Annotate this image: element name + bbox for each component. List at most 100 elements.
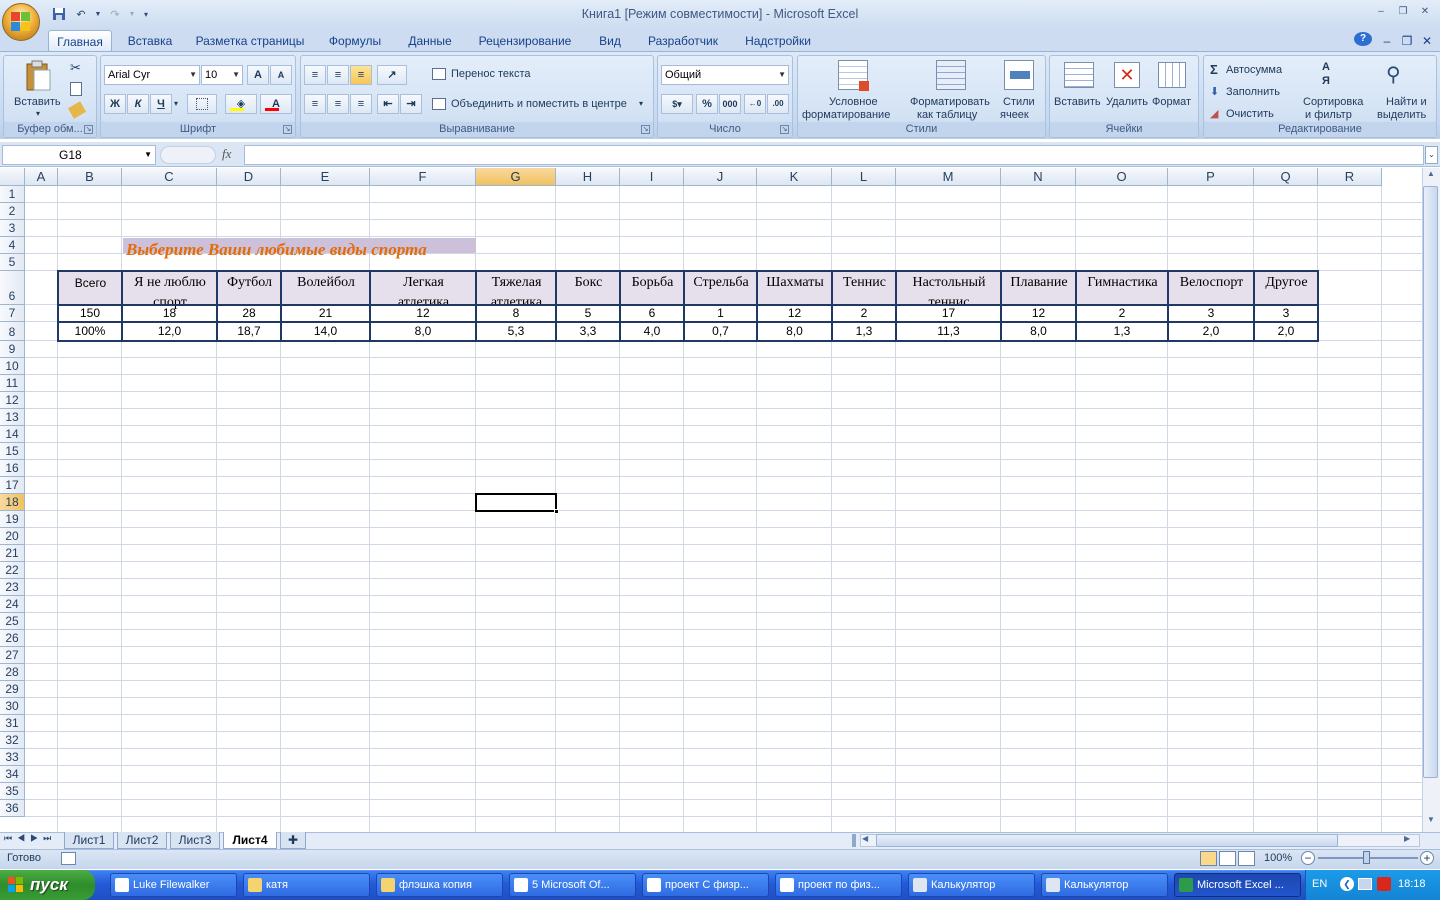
tab-insert[interactable]: Вставка [120, 30, 180, 52]
close-button[interactable]: ✕ [1416, 4, 1434, 20]
tab-home[interactable]: Главная [48, 30, 112, 52]
paste-icon[interactable] [24, 60, 52, 92]
name-box[interactable]: G18 ▼ [2, 145, 156, 165]
merge-center-button[interactable]: Объединить и поместить в центре [451, 98, 627, 110]
horizontal-scroll-thumb[interactable] [876, 834, 1338, 847]
conditional-formatting-label-2[interactable]: форматирование [802, 109, 890, 121]
taskbar-item-word-group[interactable]: 5 Microsoft Of... [509, 873, 636, 897]
italic-button[interactable]: К [127, 94, 149, 114]
insert-function-button[interactable]: fx [222, 146, 231, 162]
redo-dropdown-icon[interactable]: ▼ [128, 5, 136, 23]
taskbar-item-flash[interactable]: флэшка копия [376, 873, 503, 897]
increase-indent-icon[interactable]: ⇥ [400, 94, 422, 114]
currency-format-icon[interactable]: $▾ [661, 94, 693, 114]
row-header-9[interactable]: 9 [0, 341, 25, 358]
page-break-view-icon[interactable] [1238, 851, 1255, 866]
row-header-5[interactable]: 5 [0, 254, 25, 271]
expand-formula-icon[interactable]: ⌄ [1425, 146, 1438, 164]
bold-button[interactable]: Ж [104, 94, 126, 114]
sort-filter-label-2[interactable]: и фильтр [1305, 109, 1352, 121]
row-header-36[interactable]: 36 [0, 800, 25, 817]
column-header-l[interactable]: L [832, 168, 896, 186]
antivirus-icon[interactable] [1377, 877, 1391, 891]
cut-icon[interactable]: ✂ [70, 60, 81, 76]
font-size-select[interactable]: 10 ▼ [201, 65, 243, 85]
restore-button[interactable]: ❐ [1394, 4, 1412, 20]
column-header-r[interactable]: R [1318, 168, 1382, 186]
shrink-font-button[interactable]: A [270, 65, 292, 85]
network-icon[interactable] [1358, 878, 1372, 890]
font-name-select[interactable]: Arial Cyr ▼ [104, 65, 200, 85]
clear-button[interactable]: Очистить [1226, 108, 1274, 120]
cell-styles-label-1[interactable]: Стили [1003, 96, 1035, 108]
insert-sheet-icon[interactable]: ✚ [280, 832, 306, 849]
tab-review[interactable]: Рецензирование [470, 30, 580, 52]
taskbar-item-luke[interactable]: Luke Filewalker [110, 873, 237, 897]
column-header-b[interactable]: B [58, 168, 122, 186]
column-header-m[interactable]: M [896, 168, 1001, 186]
autosum-button[interactable]: Автосумма [1226, 64, 1282, 76]
fill-color-button[interactable]: ◈ [225, 94, 257, 114]
column-header-j[interactable]: J [684, 168, 757, 186]
row-header-10[interactable]: 10 [0, 358, 25, 375]
sheet-tab-3[interactable]: Лист3 [170, 832, 220, 849]
row-header-16[interactable]: 16 [0, 460, 25, 477]
row-header-21[interactable]: 21 [0, 545, 25, 562]
format-cells-button[interactable]: Формат [1152, 96, 1191, 108]
zoom-slider-thumb[interactable] [1363, 851, 1370, 864]
conditional-formatting-label-1[interactable]: Условное [829, 96, 878, 108]
undo-icon[interactable]: ↶ [72, 5, 90, 23]
format-as-table-label-1[interactable]: Форматировать [910, 96, 990, 108]
doc-minimize-button[interactable]: – [1378, 30, 1396, 52]
redo-icon[interactable]: ↷ [106, 5, 124, 23]
tab-addins[interactable]: Надстройки [736, 30, 820, 52]
fill-handle[interactable] [554, 509, 559, 514]
row-header-14[interactable]: 14 [0, 426, 25, 443]
row-header-33[interactable]: 33 [0, 749, 25, 766]
fill-button[interactable]: Заполнить [1226, 86, 1280, 98]
align-right-icon[interactable]: ≡ [350, 94, 372, 114]
format-painter-icon[interactable] [67, 101, 87, 119]
find-select-label-2[interactable]: выделить [1377, 109, 1426, 121]
tab-data[interactable]: Данные [400, 30, 460, 52]
tab-split-handle[interactable] [852, 834, 856, 847]
zoom-out-icon[interactable]: − [1301, 851, 1315, 865]
vertical-scroll-thumb[interactable] [1423, 186, 1438, 778]
row-header-32[interactable]: 32 [0, 732, 25, 749]
column-header-e[interactable]: E [281, 168, 370, 186]
row-header-35[interactable]: 35 [0, 783, 25, 800]
row-header-15[interactable]: 15 [0, 443, 25, 460]
row-header-1[interactable]: 1 [0, 186, 25, 203]
minimize-button[interactable]: – [1372, 4, 1390, 20]
column-header-h[interactable]: H [556, 168, 620, 186]
column-header-q[interactable]: Q [1254, 168, 1318, 186]
percent-style-button[interactable]: % [696, 94, 718, 114]
merge-dropdown-icon[interactable]: ▾ [639, 99, 643, 108]
row-header-20[interactable]: 20 [0, 528, 25, 545]
active-cell[interactable] [475, 493, 559, 514]
font-color-button[interactable]: A [260, 94, 292, 114]
number-launcher-icon[interactable]: ↘ [780, 125, 789, 134]
row-header-24[interactable]: 24 [0, 596, 25, 613]
taskbar-item-excel[interactable]: Microsoft Excel ... [1174, 873, 1301, 897]
row-header-12[interactable]: 12 [0, 392, 25, 409]
column-header-d[interactable]: D [217, 168, 281, 186]
orientation-icon[interactable]: ↗ [377, 65, 407, 85]
sheet-tab-2[interactable]: Лист2 [117, 832, 167, 849]
row-header-26[interactable]: 26 [0, 630, 25, 647]
formula-bar-expand-handle[interactable] [160, 146, 216, 164]
page-layout-view-icon[interactable] [1219, 851, 1236, 866]
wrap-text-button[interactable]: Перенос текста [451, 68, 531, 80]
office-button[interactable] [2, 3, 40, 41]
align-left-icon[interactable]: ≡ [304, 94, 326, 114]
number-format-select[interactable]: Общий ▼ [661, 65, 789, 85]
borders-button[interactable] [187, 94, 217, 114]
taskbar-item-katya[interactable]: катя [243, 873, 370, 897]
row-header-31[interactable]: 31 [0, 715, 25, 732]
increase-decimal-icon[interactable]: ←0 [744, 94, 766, 114]
row-header-18[interactable]: 18 [0, 494, 25, 511]
row-header-30[interactable]: 30 [0, 698, 25, 715]
grow-font-button[interactable]: A [247, 65, 269, 85]
tab-view[interactable]: Вид [590, 30, 630, 52]
column-header-a[interactable]: A [25, 168, 58, 186]
